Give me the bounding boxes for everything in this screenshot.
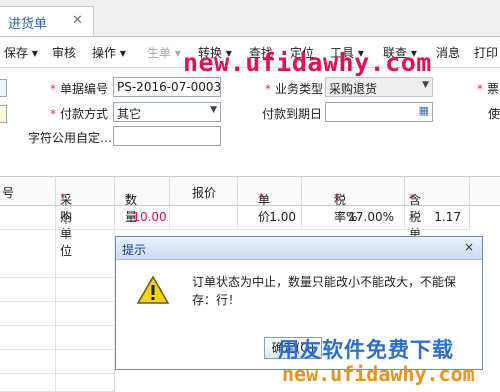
tab-strip: 进货单 ✕ (0, 0, 500, 37)
toolbar-button-9[interactable]: 消息 (436, 44, 460, 61)
col-header-model[interactable]: 号 (0, 176, 56, 206)
biz-type-select[interactable]: 采购退货 ▼ (325, 77, 433, 97)
pay-method-label: * 付款方式 (50, 107, 109, 121)
table-cell-qty[interactable]: -10.00 (115, 206, 170, 230)
table-cell-tax-rate[interactable]: 17.00% (302, 206, 405, 230)
col-header-price[interactable]: * 单价 (238, 176, 302, 224)
toolbar-button-0[interactable]: 保存 ▾ (4, 44, 38, 61)
col-header-tax-price[interactable]: *含税单价 (405, 176, 470, 258)
toolbar-button-2[interactable]: 操作 ▾ (92, 44, 126, 61)
dialog-header: 提示 × (116, 237, 482, 260)
pay-method-select[interactable]: 其它 ▼ (113, 102, 221, 122)
calendar-icon[interactable] (0, 79, 7, 97)
tab-purchase-order[interactable]: 进货单 ✕ (0, 6, 94, 36)
table-cell-quote[interactable] (170, 206, 238, 230)
calendar-icon[interactable]: ▦ (419, 104, 429, 117)
col-header-unit[interactable]: * 采购单位 (56, 176, 115, 258)
tab-label: 进货单 (8, 17, 48, 32)
table-cell-unit[interactable]: 个 (56, 206, 115, 230)
custom-field-label: 字符公用自定… (28, 131, 113, 145)
watermark-brand: 用友软件免费下载 (278, 338, 454, 362)
table-row (0, 326, 115, 350)
ticket-label: * 票 (477, 82, 500, 96)
pay-due-label: 付款到期日 (262, 107, 323, 121)
toolbar-button-10[interactable]: 打印 (474, 44, 498, 61)
watermark-url-top: new.ufidawhy.com (183, 48, 432, 77)
col-header-qty[interactable]: * 数量 (115, 176, 170, 224)
watermark-url-bottom: new.ufidawhy.com (282, 362, 475, 386)
chevron-down-icon: ▼ (422, 80, 429, 90)
table-row (0, 278, 115, 302)
close-icon[interactable]: × (464, 240, 474, 254)
col-header-tax-rate[interactable]: * 税率% (302, 176, 405, 224)
table-row (0, 254, 115, 278)
col-header-extra (470, 176, 500, 206)
toolbar-button-3[interactable]: 生单 ▾ (147, 44, 181, 61)
doc-no-label: * 单据编号 (50, 82, 109, 96)
biz-type-label: * 业务类型 (265, 82, 324, 96)
custom-field[interactable] (113, 126, 221, 146)
dialog-title: 提示 (122, 243, 147, 257)
chevron-down-icon: ▼ (210, 105, 217, 115)
toolbar-button-1[interactable]: 审核 (52, 44, 76, 61)
table-row (0, 350, 115, 374)
use-label: 使 (488, 107, 500, 121)
table-cell-tax-price[interactable]: 1.17 (405, 206, 470, 230)
doc-no-field[interactable]: PS-2016-07-0003 (113, 77, 221, 97)
tab-close-icon[interactable]: ✕ (72, 13, 83, 28)
col-header-quote[interactable]: 报价 (170, 176, 238, 206)
pay-due-field[interactable]: ▦ (325, 102, 433, 122)
edit-icon[interactable] (0, 105, 7, 123)
warning-icon (136, 275, 170, 304)
table-cell-price[interactable]: 1.00 (238, 206, 302, 230)
table-row (0, 302, 115, 326)
dialog-message: 订单状态为中止，数量只能改小不能改大，不能保存：行！ (192, 275, 457, 307)
table-cell[interactable] (0, 206, 56, 230)
